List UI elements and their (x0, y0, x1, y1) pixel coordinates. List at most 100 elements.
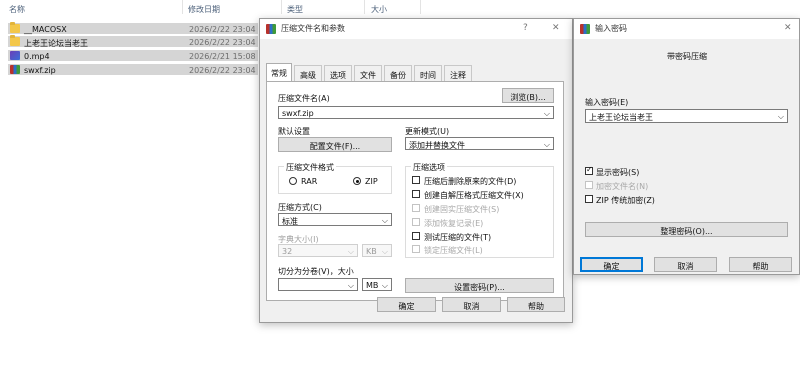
chevron-down-icon[interactable]: ⌵ (382, 216, 388, 226)
winrar-icon (266, 24, 276, 34)
help-button[interactable]: 帮助 (507, 297, 565, 312)
tab-comment[interactable]: 注释 (444, 65, 472, 81)
file-row[interactable]: swxf.zip 2026/2/22 23:04 (8, 64, 258, 75)
rar-label[interactable]: RAR (301, 177, 317, 186)
test-files-label[interactable]: 测试压缩的文件(T) (424, 232, 491, 243)
file-name: swxf.zip (24, 66, 56, 75)
cancel-button[interactable]: 取消 (442, 297, 501, 312)
column-divider[interactable] (281, 0, 282, 14)
split-unit-select[interactable]: MB ⌵ (362, 278, 392, 291)
password-input[interactable]: 上老王论坛当老王 ⌵ (585, 109, 788, 123)
zip-legacy-checkbox[interactable] (585, 195, 593, 203)
column-header-type[interactable]: 类型 (287, 0, 303, 16)
cancel-button[interactable]: 取消 (654, 257, 717, 272)
password-label: 输入密码(E) (585, 98, 629, 107)
recovery-record-checkbox[interactable] (412, 218, 420, 226)
compression-method-label: 压缩方式(C) (278, 203, 322, 212)
winrar-archive-icon (10, 65, 20, 74)
delete-files-label[interactable]: 压缩后删除原来的文件(D) (424, 176, 516, 187)
zip-legacy-label[interactable]: ZIP 传统加密(Z) (596, 195, 655, 206)
tab-time[interactable]: 时间 (414, 65, 442, 81)
profiles-button[interactable]: 配置文件(F)... (278, 137, 392, 152)
archive-format-group: 压缩文件格式 RAR ZIP (278, 162, 392, 194)
solid-archive-label[interactable]: 创建固实压缩文件(S) (424, 204, 499, 215)
chevron-down-icon[interactable]: ⌵ (544, 140, 550, 150)
file-name: __MACOSX (24, 25, 67, 34)
enter-password-dialog: 输入密码 ✕ 带密码压缩 输入密码(E) 上老王论坛当老王 ⌵ 显示密码(S) … (573, 18, 800, 275)
rar-radio[interactable] (289, 177, 297, 185)
password-value: 上老王论坛当老王 (589, 113, 653, 122)
dialog-titlebar[interactable]: 压缩文件名和参数 ? ✕ (260, 19, 572, 39)
folder-icon (10, 22, 20, 33)
set-password-button[interactable]: 设置密码(P)... (405, 278, 554, 293)
column-divider[interactable] (364, 0, 365, 14)
column-divider[interactable] (420, 0, 421, 14)
chevron-down-icon[interactable]: ⌵ (382, 281, 388, 291)
ok-button[interactable]: 确定 (580, 257, 643, 272)
lock-archive-checkbox[interactable] (412, 245, 420, 253)
browse-button[interactable]: 浏览(B)... (502, 88, 554, 103)
chevron-down-icon[interactable]: ⌵ (544, 109, 550, 119)
close-icon[interactable]: ✕ (552, 24, 560, 33)
file-row[interactable]: __MACOSX 2026/2/22 23:04 (8, 22, 258, 34)
tab-backup[interactable]: 备份 (384, 65, 412, 81)
archive-format-title: 压缩文件格式 (284, 162, 336, 173)
help-icon[interactable]: ? (523, 24, 528, 33)
dialog-title: 压缩文件名和参数 (281, 24, 345, 33)
compression-method-value: 标准 (282, 217, 298, 226)
zip-radio[interactable] (353, 177, 361, 185)
archive-name-value: swxf.zip (282, 109, 314, 118)
update-mode-label: 更新模式(U) (405, 127, 450, 136)
dictionary-size-select[interactable]: 32 ⌵ (278, 244, 358, 257)
chevron-down-icon[interactable]: ⌵ (778, 112, 784, 122)
compression-method-select[interactable]: 标准 ⌵ (278, 213, 392, 226)
column-header-size[interactable]: 大小 (371, 0, 387, 16)
file-row[interactable]: 0.mp4 2026/2/21 15:08 (8, 50, 258, 61)
archive-name-combo[interactable]: swxf.zip ⌵ (278, 106, 554, 119)
general-tab-panel: 压缩文件名(A) 浏览(B)... swxf.zip ⌵ 默认设置 配置文件(F… (266, 81, 564, 301)
sfx-checkbox[interactable] (412, 190, 420, 198)
update-mode-select[interactable]: 添加并替换文件 ⌵ (405, 137, 554, 150)
solid-archive-checkbox[interactable] (412, 204, 420, 212)
column-header-name[interactable]: 名称 (9, 0, 25, 16)
file-date: 2026/2/22 23:04 (189, 38, 256, 47)
recovery-record-label[interactable]: 添加恢复记录(E) (424, 218, 483, 229)
lock-archive-label[interactable]: 锁定压缩文件(L) (424, 245, 483, 256)
archive-parameters-dialog: 压缩文件名和参数 ? ✕ 常规 高级 选项 文件 备份 时间 注释 压缩文件名(… (259, 18, 573, 323)
folder-icon (10, 35, 20, 46)
file-row[interactable]: 上老王论坛当老王 2026/2/22 23:04 (8, 35, 258, 48)
chevron-down-icon[interactable]: ⌵ (348, 281, 354, 291)
winrar-icon (580, 24, 590, 34)
column-divider[interactable] (182, 0, 183, 14)
chevron-down-icon[interactable]: ⌵ (348, 247, 354, 257)
chevron-down-icon[interactable]: ⌵ (382, 247, 388, 257)
dictionary-unit-select[interactable]: KB ⌵ (362, 244, 392, 257)
close-icon[interactable]: ✕ (784, 24, 792, 33)
password-dialog-subtitle: 带密码压缩 (667, 52, 707, 61)
show-password-label[interactable]: 显示密码(S) (596, 167, 639, 178)
help-button[interactable]: 帮助 (729, 257, 792, 272)
encrypt-names-checkbox[interactable] (585, 181, 593, 189)
dialog-titlebar[interactable]: 输入密码 ✕ (574, 19, 799, 39)
tab-general[interactable]: 常规 (266, 63, 292, 82)
encrypt-names-label[interactable]: 加密文件名(N) (596, 181, 648, 192)
tab-files[interactable]: 文件 (354, 65, 382, 81)
tab-options[interactable]: 选项 (324, 65, 352, 81)
archiving-options-title: 压缩选项 (411, 162, 447, 173)
split-volume-size-combo[interactable]: ⌵ (278, 278, 358, 291)
sfx-label[interactable]: 创建自解压格式压缩文件(X) (424, 190, 524, 201)
tab-advanced[interactable]: 高级 (294, 65, 322, 81)
organize-passwords-button[interactable]: 整理密码(O)... (585, 222, 788, 237)
test-files-checkbox[interactable] (412, 232, 420, 240)
show-password-checkbox[interactable] (585, 166, 593, 175)
video-file-icon (10, 51, 20, 60)
dictionary-size-value: 32 (282, 247, 293, 256)
dictionary-unit-value: KB (366, 247, 377, 256)
column-header-date[interactable]: 修改日期 (188, 0, 220, 16)
zip-label[interactable]: ZIP (365, 177, 378, 186)
split-unit-value: MB (366, 281, 379, 290)
ok-button[interactable]: 确定 (377, 297, 436, 312)
delete-files-checkbox[interactable] (412, 176, 420, 184)
default-settings-label: 默认设置 (278, 127, 310, 136)
update-mode-value: 添加并替换文件 (409, 141, 465, 150)
